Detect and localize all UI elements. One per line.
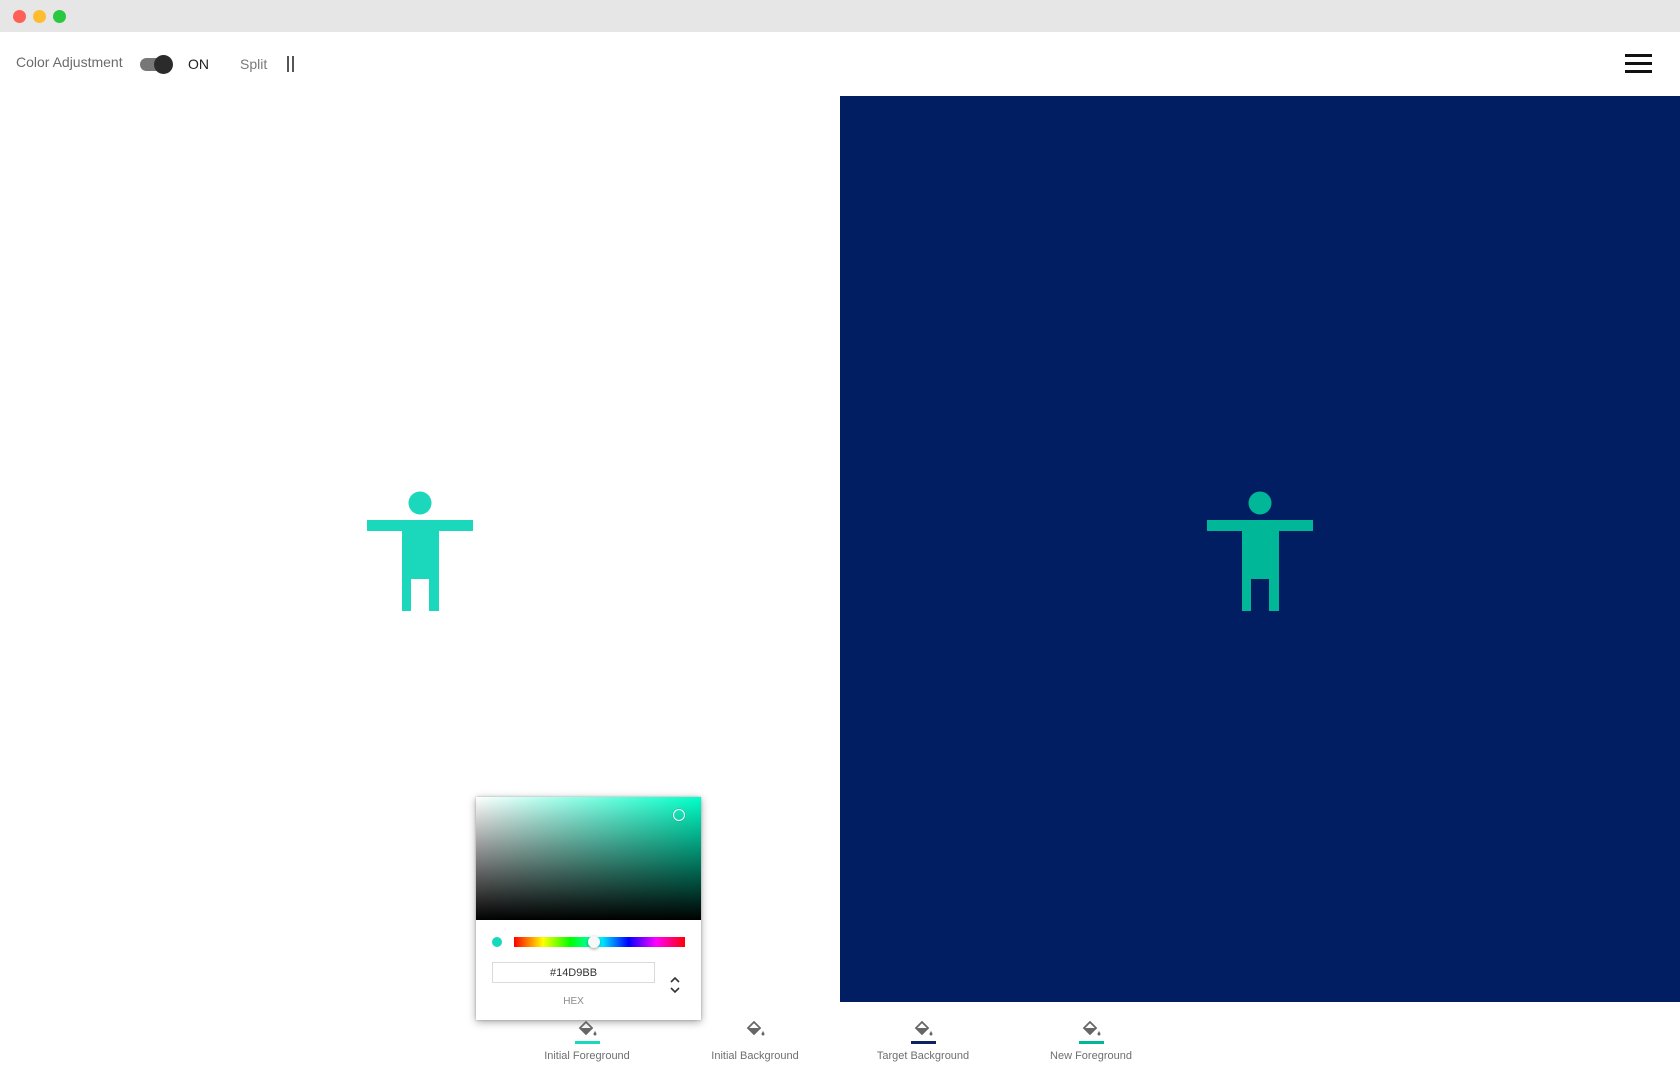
target-preview-panel <box>840 96 1680 1002</box>
close-window-button[interactable] <box>13 10 26 23</box>
hamburger-menu-icon[interactable] <box>1625 54 1653 74</box>
tab-label: New Foreground <box>1050 1050 1132 1062</box>
initial-preview-panel <box>0 96 840 1002</box>
split-label: Split <box>240 56 268 72</box>
toolbar: Color Adjustment ON Split <box>0 32 1680 96</box>
switch-thumb <box>154 55 173 74</box>
tab-target-background[interactable]: Target Background <box>853 1020 993 1066</box>
accessibility-person-icon <box>367 491 473 611</box>
paint-bucket-icon <box>1081 1020 1103 1038</box>
accessibility-person-icon <box>1207 491 1313 611</box>
tab-color-indicator <box>1079 1041 1104 1044</box>
paint-bucket-icon <box>913 1020 935 1038</box>
zoom-window-button[interactable] <box>53 10 66 23</box>
hex-input[interactable] <box>492 962 655 983</box>
switch-state-label: ON <box>188 56 209 72</box>
tab-new-foreground[interactable]: New Foreground <box>1021 1020 1161 1066</box>
saturation-value-area[interactable] <box>476 797 701 920</box>
paint-bucket-icon <box>577 1020 599 1038</box>
split-view-icon[interactable] <box>287 56 295 72</box>
tab-initial-foreground[interactable]: Initial Foreground <box>517 1020 657 1066</box>
color-role-tabs: Initial Foreground Initial Background Ta… <box>0 1002 1680 1082</box>
tab-label: Initial Foreground <box>544 1050 630 1062</box>
current-color-swatch <box>492 937 502 947</box>
minimize-window-button[interactable] <box>33 10 46 23</box>
tab-initial-background[interactable]: Initial Background <box>685 1020 825 1066</box>
tab-color-indicator <box>911 1041 936 1044</box>
color-adjustment-switch[interactable] <box>140 54 174 74</box>
tab-color-indicator <box>743 1041 768 1044</box>
tab-label: Target Background <box>876 1050 970 1062</box>
tab-color-indicator <box>575 1041 600 1044</box>
color-adjustment-label: Color Adjustment <box>16 54 123 70</box>
paint-bucket-icon <box>745 1020 767 1038</box>
color-picker-popover: HEX <box>476 797 701 1020</box>
title-bar <box>0 0 1680 32</box>
chevron-up-down-icon[interactable] <box>668 974 682 996</box>
tab-label: Initial Background <box>711 1050 799 1062</box>
app-window: Color Adjustment ON Split #14D9BB HEX In… <box>0 0 1680 1082</box>
saturation-cursor[interactable] <box>673 809 685 821</box>
